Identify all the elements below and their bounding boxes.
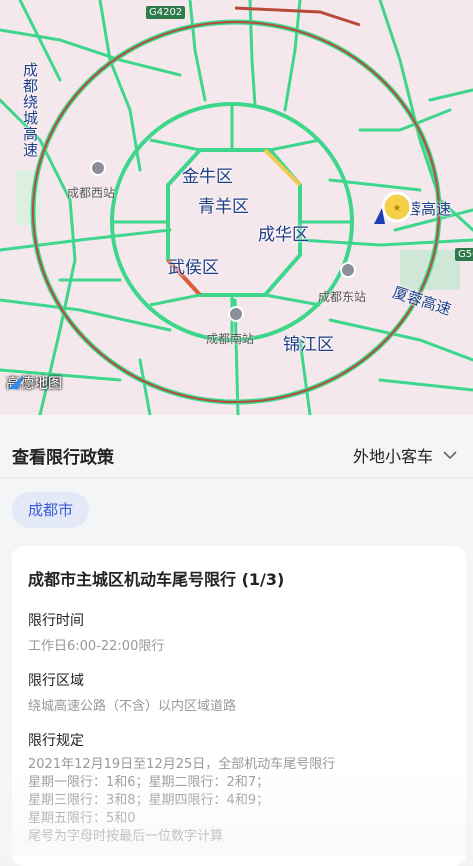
time-value: 工作日6:00-22:00限行 xyxy=(28,639,165,654)
location-marker-icon[interactable]: ★ xyxy=(371,190,415,230)
divider xyxy=(0,477,473,478)
rule-line: 2021年12月19日至12月25日，全部机动车尾号限行 xyxy=(28,757,336,772)
rule-line: 星期一限行：1和6；星期二限行：2和7； xyxy=(28,775,270,790)
restriction-panel: 查看限行政策 外地小客车 成都市 成都市主城区机动车尾号限行 (1/3) 限行时… xyxy=(0,415,473,866)
district-label-jinniu[interactable]: 金牛区 xyxy=(182,162,233,187)
district-label-chenghua[interactable]: 成华区 xyxy=(258,220,309,245)
train-station-icon[interactable] xyxy=(340,262,356,278)
rule-text: 2021年12月19日至12月25日，全部机动车尾号限行 星期一限行：1和6；星… xyxy=(28,756,450,846)
rule-line: 星期三限行：3和8；星期四限行：4和9； xyxy=(28,793,270,808)
station-label-west[interactable]: 成都西站 xyxy=(67,184,115,201)
amap-logo-icon xyxy=(8,375,24,389)
restriction-card: 成都市主城区机动车尾号限行 (1/3) 限行时间 工作日6:00-22:00限行… xyxy=(12,546,466,866)
district-label-jinjiang[interactable]: 锦江区 xyxy=(283,330,334,355)
district-label-wuhou[interactable]: 武侯区 xyxy=(168,253,219,278)
train-station-icon[interactable] xyxy=(90,160,106,176)
time-label: 限行时间 xyxy=(28,613,84,629)
panel-title: 查看限行政策 xyxy=(12,448,114,468)
train-station-icon[interactable] xyxy=(228,306,244,322)
amap-logo: 高德地图 xyxy=(6,373,62,393)
card-title: 成都市主城区机动车尾号限行 (1/3) xyxy=(28,570,285,589)
road-label-ring-expressway: 成都绕城高速 xyxy=(21,62,39,158)
city-chip[interactable]: 成都市 xyxy=(12,492,90,528)
rule-line: 尾号为字母时按最后一位数字计算 xyxy=(28,829,224,844)
area-value: 绕城高速公路（不含）以内区域道路 xyxy=(28,699,237,714)
station-label-south[interactable]: 成都南站 xyxy=(206,330,254,347)
svg-text:★: ★ xyxy=(393,203,402,214)
district-label-qingyang[interactable]: 青羊区 xyxy=(198,192,249,217)
rule-label: 限行规定 xyxy=(28,733,84,749)
map-view[interactable]: G4202 G50 成都绕城高速 蓉高速 厦蓉高速 金牛区 青羊区 成华区 武侯… xyxy=(0,0,473,415)
vehicle-type-dropdown[interactable]: 外地小客车 xyxy=(353,443,461,467)
highway-badge: G50 xyxy=(455,248,473,261)
highway-badge: G4202 xyxy=(146,6,186,19)
vehicle-type-label: 外地小客车 xyxy=(352,447,433,466)
area-label: 限行区域 xyxy=(28,673,84,689)
station-label-east[interactable]: 成都东站 xyxy=(318,288,366,305)
chevron-down-icon xyxy=(443,451,457,460)
rule-line: 星期五限行：5和0 xyxy=(28,811,136,826)
